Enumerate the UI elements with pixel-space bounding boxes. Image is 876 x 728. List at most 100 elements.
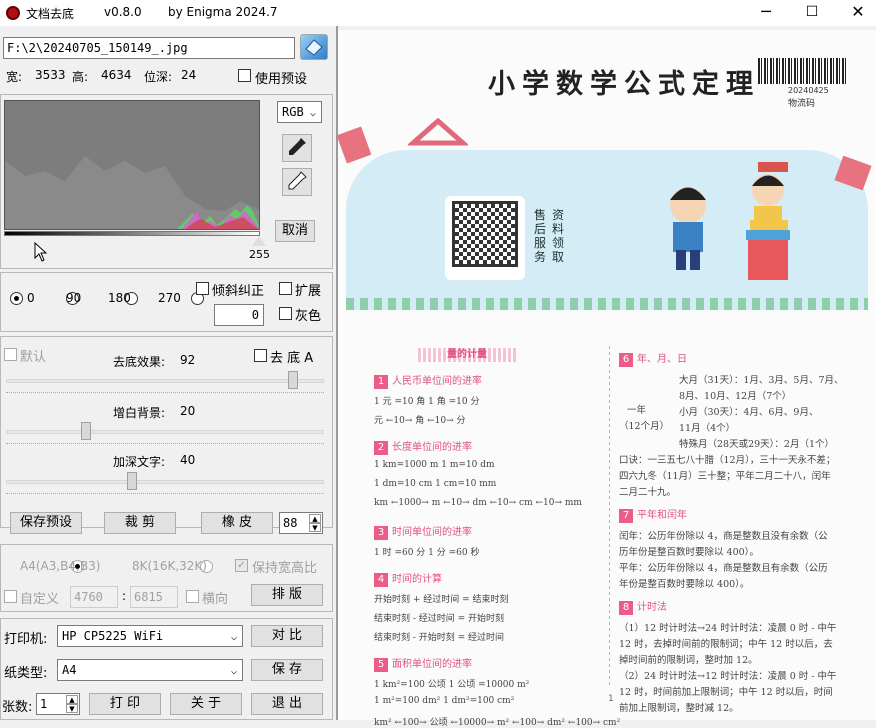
chevron-down-icon: ⌵: [230, 632, 237, 643]
eyedropper-black-button[interactable]: [282, 134, 312, 162]
content-line: （1）12 时计时法→24 时计时法：凌晨 0 时 - 中午: [619, 623, 837, 634]
eyedropper-white-button[interactable]: [282, 168, 312, 196]
rotate-0-label: 0: [27, 291, 35, 305]
cancel-button[interactable]: 取消: [275, 220, 315, 242]
depth-value: 24: [181, 68, 197, 82]
eraser-button[interactable]: 橡 皮: [201, 512, 273, 534]
section-number: 3: [374, 526, 388, 540]
remove-effect-thumb[interactable]: [288, 371, 298, 389]
count-value: 1: [40, 697, 48, 711]
print-button[interactable]: 打 印: [89, 693, 161, 715]
paper-type-select[interactable]: A4 ⌵: [57, 659, 243, 681]
custom-colon: :: [122, 589, 127, 603]
minimize-button[interactable]: ─: [744, 0, 788, 26]
whiten-slider[interactable]: [6, 430, 324, 434]
keep-ratio-checkbox[interactable]: ✓: [235, 559, 248, 572]
app-icon: [6, 6, 20, 20]
content-line: 掉时间前的限制词，整时加 12。: [619, 655, 758, 666]
document-preview: 小学数学公式定理 20240425 物流码 售资 后料 服领 务取 量的计量 1…: [336, 30, 876, 728]
compare-button[interactable]: 对 比: [251, 625, 323, 647]
content-line: 小月（30天）：4月、6月、9月、: [679, 407, 819, 418]
qr-char: 务: [534, 250, 547, 264]
content-line: 四六九冬（11月）三十整；平年二月二十八，闰年: [619, 471, 831, 482]
crop-button[interactable]: 裁 剪: [104, 512, 176, 534]
close-button[interactable]: ✕: [836, 0, 876, 26]
section-heading: 2 长度单位间的进率: [374, 438, 472, 455]
file-path-field[interactable]: F:\2\20240705_150149_.jpg: [3, 37, 295, 59]
expand-checkbox[interactable]: [279, 282, 292, 295]
section-heading: 8 计时法: [619, 598, 667, 615]
content-line: 大月（31天）：1月、3月、5月、7月、: [679, 375, 844, 386]
tick-marks: [6, 493, 324, 496]
a4-label: A4(A3,B4,B3): [20, 559, 101, 573]
whiten-value: 20: [180, 404, 196, 418]
column-divider: [609, 346, 610, 686]
save-button[interactable]: 保 存: [251, 659, 323, 681]
barcode-label: 物流码: [788, 99, 816, 109]
count-stepper[interactable]: 1 ▲ ▼: [36, 693, 80, 715]
content-line: 开始时刻 + 经过时间 = 结束时刻: [374, 595, 509, 605]
darken-slider[interactable]: [6, 480, 324, 484]
custom-label: 自定义: [20, 592, 60, 607]
custom-height-field[interactable]: 6815: [130, 586, 178, 608]
qr-text: 售资 后料 服领 务取: [534, 208, 568, 264]
gray-checkbox[interactable]: [279, 307, 292, 320]
chevron-down-icon: ⌵: [230, 666, 237, 677]
spin-up-icon[interactable]: ▲: [66, 695, 78, 704]
content-line: 8月、10月、12月（7个）: [679, 391, 792, 402]
about-button[interactable]: 关 于: [170, 693, 242, 715]
qr-char: 资: [552, 208, 565, 222]
content-line: 1 元 =10 角 1 角 =10 分: [374, 397, 480, 407]
children-illustration: [628, 150, 798, 290]
use-preset-checkbox[interactable]: [238, 69, 251, 82]
spin-down-icon[interactable]: ▼: [309, 523, 321, 532]
rotate-270-label: 270: [158, 291, 181, 305]
height-value: 4634: [101, 68, 132, 82]
qr-char: 取: [552, 250, 565, 264]
triangle-ruler-icon: [406, 117, 470, 148]
section-number: 2: [374, 441, 388, 455]
year-label: （12个月）: [619, 421, 670, 432]
height-label: 高:: [72, 70, 89, 84]
eraser-decoration: [336, 126, 372, 164]
chevron-down-icon: ⌵: [309, 108, 316, 119]
remove-bg-checkbox[interactable]: [254, 349, 267, 362]
landscape-checkbox[interactable]: [186, 590, 199, 603]
maximize-button[interactable]: ☐: [790, 0, 834, 26]
deskew-checkbox[interactable]: [196, 282, 209, 295]
section-number: 8: [619, 601, 633, 615]
section-number: 4: [374, 573, 388, 587]
custom-width-field[interactable]: 4760: [70, 586, 118, 608]
section-heading: 6 年、月、日: [619, 350, 687, 367]
eyedropper-outline-icon: [288, 171, 307, 190]
histogram: [4, 100, 260, 230]
year-label: 一年: [627, 405, 647, 416]
eraser-size-stepper[interactable]: 88 ▲ ▼: [279, 512, 323, 534]
open-file-icon[interactable]: [300, 34, 328, 60]
page-number: 1: [608, 694, 614, 704]
whiten-thumb[interactable]: [81, 422, 91, 440]
layout-button[interactable]: 排 版: [251, 584, 323, 606]
default-checkbox[interactable]: [4, 348, 17, 361]
remove-effect-value: 92: [180, 353, 196, 367]
spin-down-icon[interactable]: ▼: [66, 704, 78, 713]
rotate-180-label: 180: [108, 291, 131, 305]
save-preset-button[interactable]: 保存预设: [10, 512, 82, 534]
section-number: 5: [374, 658, 388, 672]
channel-select[interactable]: RGB ⌵: [277, 101, 322, 123]
section-banner: 量的计量: [418, 348, 516, 362]
printer-select[interactable]: HP CP5225 WiFi ⌵: [57, 625, 243, 647]
angle-field[interactable]: 0: [214, 304, 264, 326]
level-handle[interactable]: [252, 236, 266, 246]
remove-effect-slider[interactable]: [6, 379, 324, 383]
keep-ratio-label: 保持宽高比: [252, 561, 318, 576]
custom-checkbox[interactable]: [4, 590, 17, 603]
landscape-label: 横向: [202, 592, 229, 607]
content-line: 特殊月（28天或29天）：2月（1个）: [679, 439, 835, 450]
spin-up-icon[interactable]: ▲: [309, 514, 321, 523]
count-label: 张数:: [2, 700, 33, 715]
exit-button[interactable]: 退 出: [251, 693, 323, 715]
rotate-0-radio[interactable]: [10, 292, 23, 305]
control-panel: F:\2\20240705_150149_.jpg 宽: 3533 高: 463…: [0, 26, 336, 720]
darken-thumb[interactable]: [127, 472, 137, 490]
